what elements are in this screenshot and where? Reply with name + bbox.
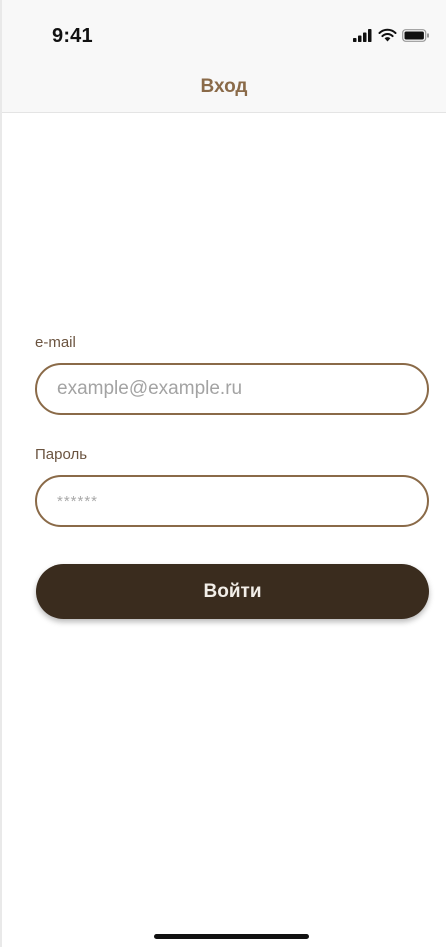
status-icons	[353, 28, 430, 42]
header-area: 9:41 Вход	[2, 0, 446, 113]
email-field[interactable]	[35, 363, 429, 415]
home-indicator	[154, 934, 309, 939]
email-label: e-mail	[35, 334, 76, 351]
password-label: Пароль	[35, 446, 88, 463]
status-time: 9:41	[52, 25, 93, 47]
cellular-signal-icon	[353, 28, 372, 42]
wifi-icon	[378, 28, 397, 42]
battery-icon	[402, 28, 429, 42]
login-screen: 9:41 Вход e-mail Пароль Войти	[0, 0, 446, 947]
password-field[interactable]	[35, 475, 429, 527]
login-button[interactable]: Войти	[36, 564, 429, 619]
page-title: Вход	[200, 76, 248, 97]
